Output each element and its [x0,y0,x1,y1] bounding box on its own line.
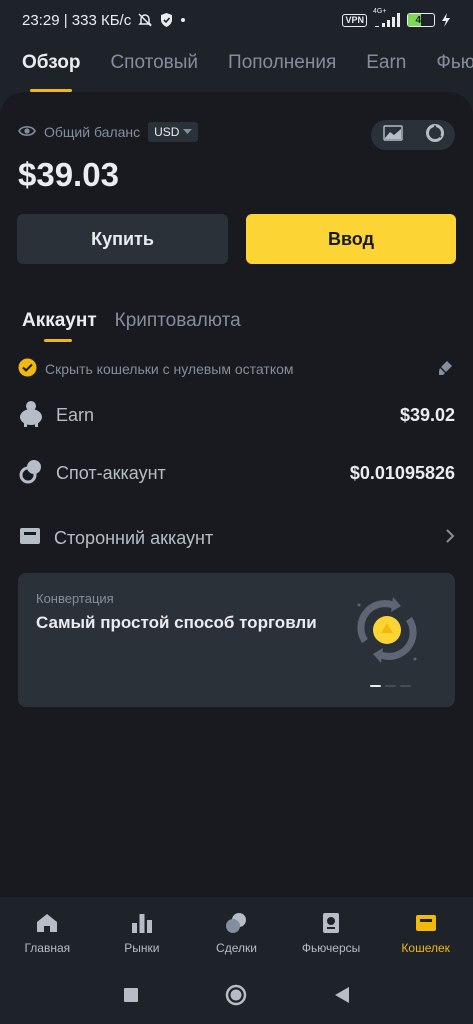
chart-toggle-group [371,120,455,150]
hide-zero-label: Скрыть кошельки с нулевым остатком [45,361,294,377]
shield-check-icon [159,12,174,28]
mute-alarm-icon [137,12,153,28]
nav-wallet[interactable]: Кошелек [381,911,471,955]
recent-apps-icon[interactable] [123,987,139,1008]
deposit-button[interactable]: Ввод [246,214,456,264]
notification-dot-icon [180,17,186,23]
overview-panel [0,92,473,897]
currency-selector[interactable]: USD [148,122,199,142]
bottom-navigation: Главная Рынки Сделки Фьючерсы Кошелек [0,897,473,971]
carousel-dot[interactable] [385,685,396,687]
convert-coin-icon [353,595,421,670]
markets-icon [131,914,152,933]
trades-icon [226,913,247,933]
nav-trades[interactable]: Сделки [191,911,281,955]
nav-markets[interactable]: Рынки [97,911,187,955]
pie-chart-icon[interactable] [425,123,444,147]
promo-headline: Самый простой способ торговли [36,613,317,632]
nav-label: Кошелек [401,941,450,955]
broom-icon[interactable] [437,359,455,380]
chevron-right-icon [445,528,455,549]
tab-earn[interactable]: Earn [366,44,406,92]
nav-label: Рынки [124,941,160,955]
account-value: $0.01095826 [349,462,455,483]
wallet-icon [415,915,436,931]
top-tabs: Обзор Спотовый Пополнения Earn Фьючерсы [0,44,473,92]
vpn-badge: VPN [342,13,367,27]
buy-button[interactable]: Купить [17,214,228,264]
nav-home[interactable]: Главная [2,911,92,955]
eye-icon[interactable] [18,124,36,141]
home-circle-icon[interactable] [225,984,247,1011]
tab-overview[interactable]: Обзор [22,44,80,92]
status-bar: 23:29 | 333 КБ/с VPN 4G+ 49 [0,0,473,40]
battery-icon: 49 [407,13,435,27]
subtab-crypto[interactable]: Криптовалюта [115,310,241,342]
account-subtabs: Аккаунт Криптовалюта [22,310,241,342]
account-name: Сторонний аккаунт [54,527,214,548]
promo-banner[interactable]: Конвертация Самый простой способ торговл… [18,573,455,707]
charging-bolt-icon [441,13,451,27]
battery-percent: 49 [415,14,427,26]
account-name: Earn [56,404,95,425]
carousel-dots [370,685,411,687]
status-time: 23:29 | 333 КБ/с [22,11,132,29]
wallet-card-icon [18,524,42,553]
account-row-spot[interactable]: Спот-аккаунт $0.01095826 [18,458,455,488]
nav-label: Сделки [216,941,257,955]
balance-header: Общий баланс USD [18,122,199,142]
nav-futures[interactable]: Фьючерсы [286,911,376,955]
nav-label: Фьючерсы [301,941,361,955]
account-value: $39.02 [399,404,455,425]
promo-kicker: Конвертация [36,591,114,606]
nav-label: Главная [24,941,71,955]
system-navigation [0,971,473,1024]
currency-value: USD [154,125,180,139]
tab-spot[interactable]: Спотовый [110,44,198,92]
caret-down-icon [183,129,193,134]
account-name: Спот-аккаунт [56,462,166,483]
back-icon[interactable] [334,986,350,1009]
area-chart-icon[interactable] [382,124,403,146]
tab-futures[interactable]: Фьючерсы [436,44,473,92]
tab-funding[interactable]: Пополнения [228,44,336,92]
checkbox-checked-icon[interactable] [18,358,37,380]
total-balance-label: Общий баланс [44,124,141,140]
total-balance-value: $39.03 [18,156,119,193]
account-row-third-party[interactable]: Сторонний аккаунт [18,523,455,553]
carousel-dot[interactable] [400,685,411,687]
piggy-bank-icon [18,399,44,432]
account-row-earn[interactable]: Earn $39.02 [18,400,455,430]
spot-coins-icon [18,458,44,489]
carousel-dot[interactable] [370,685,381,687]
network-type: 4G+ [373,8,387,15]
subtab-account[interactable]: Аккаунт [22,310,97,342]
futures-icon [323,913,340,933]
hide-zero-toggle[interactable]: Скрыть кошельки с нулевым остатком [18,358,455,380]
home-icon [37,914,58,932]
signal-icon: 4G+ [373,8,401,28]
